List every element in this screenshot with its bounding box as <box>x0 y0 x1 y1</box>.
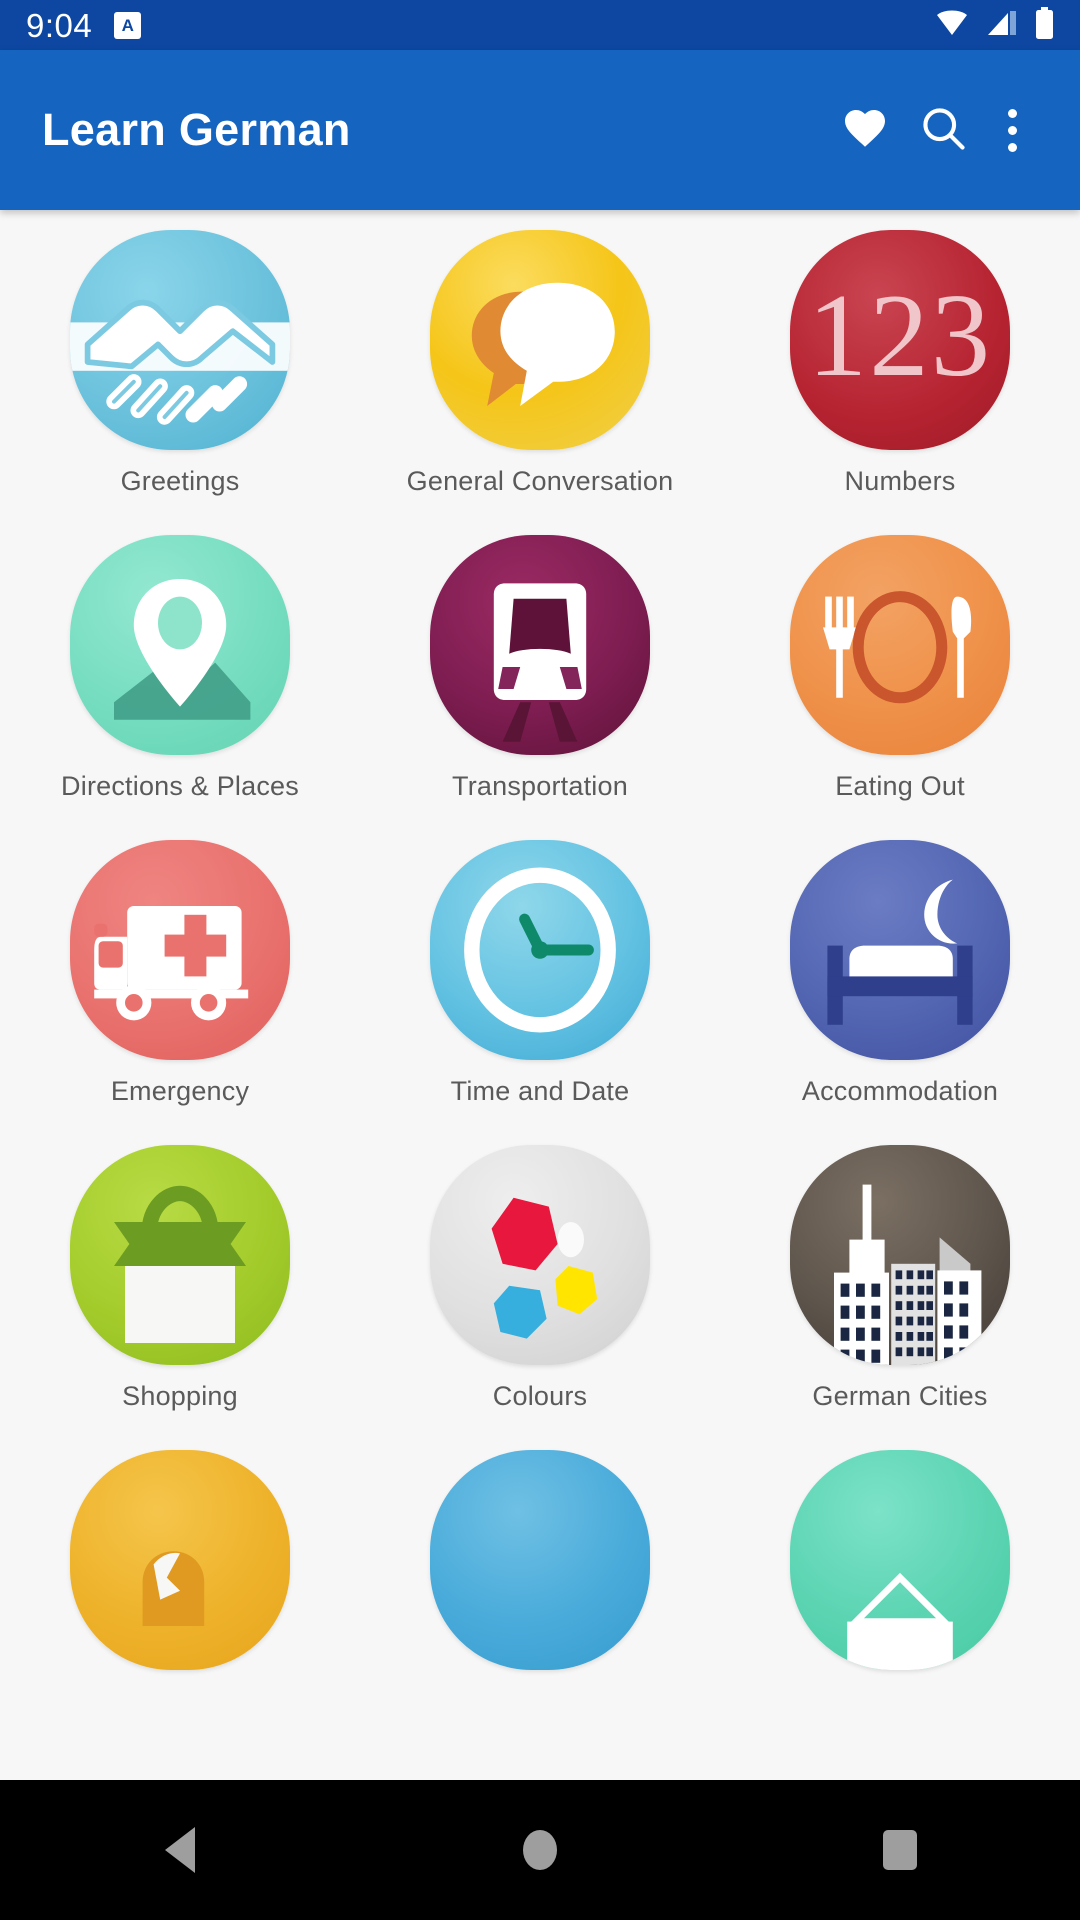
tile-icon-emergency <box>70 840 290 1060</box>
tile-icon-transportation <box>430 535 650 755</box>
map-pin-icon <box>114 579 251 720</box>
category-tile-numbers[interactable]: 123 Numbers <box>720 222 1080 527</box>
shopping-bag-icon <box>114 1185 246 1343</box>
category-label: Emergency <box>110 1076 250 1106</box>
category-tile-german-cities[interactable]: German Cities <box>720 1137 1080 1442</box>
tile-icon-partial-1 <box>70 1450 290 1670</box>
category-tile-eating-out[interactable]: Eating Out <box>720 527 1080 832</box>
bed-moon-icon <box>827 879 973 1025</box>
category-label: Accommodation <box>801 1076 999 1106</box>
category-label: Time and Date <box>450 1076 630 1106</box>
tile-icon-general-conversation <box>430 230 650 450</box>
category-tile-directions-places[interactable]: Directions & Places <box>0 527 360 832</box>
svg-text:123: 123 <box>808 269 993 401</box>
android-navigation-bar <box>0 1780 1080 1920</box>
home-circle-icon <box>523 1830 557 1870</box>
colour-shapes-icon <box>491 1197 598 1339</box>
nav-back-button[interactable] <box>105 1780 255 1920</box>
ambulance-icon <box>94 906 249 1021</box>
category-tile-transportation[interactable]: Transportation <box>360 527 720 832</box>
category-tile-partial-2[interactable] <box>360 1442 720 1747</box>
heart-icon <box>839 104 891 157</box>
category-tile-shopping[interactable]: Shopping <box>0 1137 360 1442</box>
tile-icon-accommodation <box>790 840 1010 1060</box>
wifi-icon <box>935 8 969 43</box>
nav-home-button[interactable] <box>465 1780 615 1920</box>
app-notification-badge-icon: A <box>114 11 142 39</box>
signal-icon <box>986 8 1018 43</box>
category-tile-colours[interactable]: Colours <box>360 1137 720 1442</box>
category-tile-partial-3[interactable] <box>720 1442 1080 1747</box>
category-tile-emergency[interactable]: Emergency <box>0 832 360 1137</box>
category-label: Greetings <box>120 466 240 496</box>
handshake-icon <box>70 299 290 425</box>
tile-icon-partial-3 <box>790 1450 1010 1670</box>
recents-square-icon <box>883 1830 917 1870</box>
category-label: Numbers <box>844 466 956 496</box>
train-icon <box>493 583 587 742</box>
tile-icon-directions-places <box>70 535 290 755</box>
favorites-button[interactable] <box>826 91 904 169</box>
category-label: Shopping <box>122 1381 238 1411</box>
category-tile-accommodation[interactable]: Accommodation <box>720 832 1080 1137</box>
category-tile-time-and-date[interactable]: Time and Date <box>360 832 720 1137</box>
partial-blue-icon <box>430 1450 650 1670</box>
status-clock: 9:04 <box>26 6 93 44</box>
nav-recents-button[interactable] <box>825 1780 975 1920</box>
category-label: German Cities <box>812 1381 988 1411</box>
partial-amber-icon <box>142 1551 205 1626</box>
tile-icon-time-and-date <box>430 840 650 1060</box>
clock-icon <box>464 867 616 1033</box>
status-notification-icons: A <box>114 11 142 39</box>
tile-icon-colours <box>430 1145 650 1365</box>
page-title: Learn German <box>42 104 351 155</box>
tile-icon-shopping <box>70 1145 290 1365</box>
category-label: Colours <box>492 1381 588 1411</box>
tile-icon-partial-2 <box>430 1450 650 1670</box>
cutlery-plate-icon <box>823 591 972 704</box>
app-bar: Learn German <box>0 50 1080 210</box>
status-bar: 9:04 A <box>0 0 1080 50</box>
search-button[interactable] <box>904 91 982 169</box>
city-skyline-icon <box>834 1184 982 1365</box>
battery-icon <box>1035 6 1054 44</box>
category-tile-general-conversation[interactable]: General Conversation <box>360 222 720 527</box>
category-tile-partial-1[interactable] <box>0 1442 360 1747</box>
status-system-icons <box>935 6 1054 44</box>
back-triangle-icon <box>165 1827 195 1873</box>
overflow-menu-button[interactable] <box>982 91 1042 169</box>
category-tile-greetings[interactable]: Greetings <box>0 222 360 527</box>
tile-icon-eating-out <box>790 535 1010 755</box>
partial-teal-icon <box>847 1572 953 1670</box>
tile-icon-german-cities <box>790 1145 1010 1365</box>
category-label: Directions & Places <box>61 771 299 801</box>
tile-icon-greetings <box>70 230 290 450</box>
category-label: Eating Out <box>835 771 965 801</box>
speech-bubbles-icon <box>471 282 615 406</box>
category-label: Transportation <box>452 771 628 801</box>
tile-icon-numbers: 123 <box>790 230 1010 450</box>
search-icon <box>917 102 969 159</box>
123-icon: 123 <box>808 269 993 401</box>
category-grid[interactable]: Greetings General Conversation 123 Numbe… <box>0 210 1080 1780</box>
more-vertical-icon <box>1007 105 1017 156</box>
category-label: General Conversation <box>406 466 674 496</box>
